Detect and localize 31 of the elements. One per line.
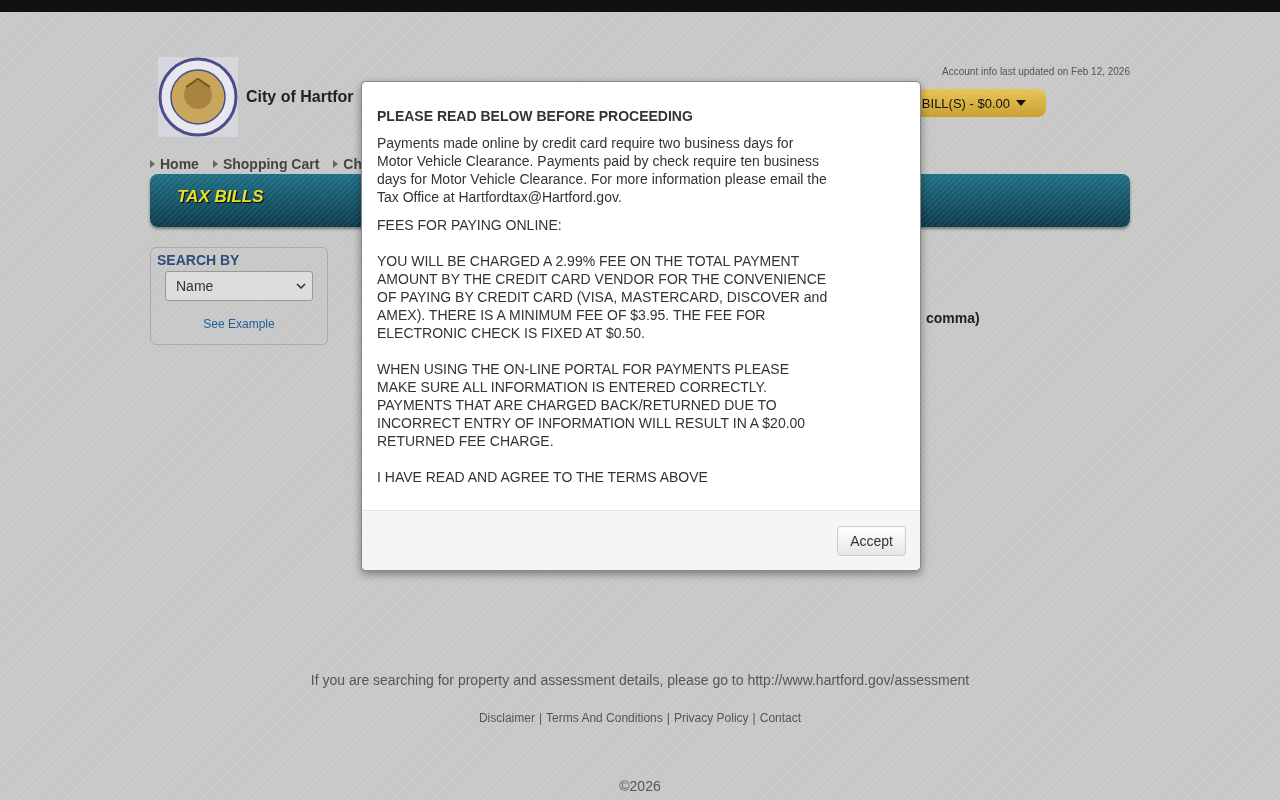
account-info-text: Account info last updated on Feb 12, 2026 xyxy=(942,66,1130,77)
nav-link[interactable]: Ch xyxy=(333,156,362,172)
search-by-label: SEARCH BY xyxy=(157,252,241,268)
chevron-down-icon xyxy=(296,283,306,289)
dialog-paragraph: WHEN USING THE ON-LINE PORTAL FOR PAYMENTS PLEASE MAKE SURE ALL INFORMATION IS ENTERED CORRECTLY. PAYMENTS THAT ARE CHARGED BACK/RETURNED DUE TO INCORRECT ENTRY OF INFORMATION WILL RESULT IN A $20.00 RETURNED FEE CHARGE. xyxy=(377,360,807,450)
dialog-paragraph: YOU WILL BE CHARGED A 2.99% FEE ON THE TOTAL PAYMENT AMOUNT BY THE CREDIT CARD VENDOR FOR THE CONVENIENCE OF PAYING BY CREDIT CARD (VISA, MASTERCARD, DISCOVER and AMEX). THERE IS A MINIMUM FEE OF $3.95. THE FEE FOR ELECTRONIC CHECK IS FIXED AT $0.50. xyxy=(377,252,829,342)
footer-link[interactable]: Terms And Conditions xyxy=(546,711,663,725)
search-by-select[interactable]: Name xyxy=(165,271,313,301)
dialog-paragraph: FEES FOR PAYING ONLINE: xyxy=(377,216,563,234)
accept-button[interactable]: Accept xyxy=(837,525,906,556)
separator-text: | xyxy=(666,711,670,725)
arrow-bullet-icon xyxy=(333,160,339,168)
site-title: City of Hartfor xyxy=(246,88,354,106)
nav-link[interactable]: Shopping Cart xyxy=(212,156,320,172)
separator-text: | xyxy=(752,711,756,725)
arrow-bullet-icon xyxy=(150,160,155,168)
footer-link[interactable]: Privacy Policy xyxy=(673,711,749,725)
banner-title: TAX BILLS xyxy=(177,186,264,207)
footer-link[interactable]: Disclaimer xyxy=(478,711,535,725)
assessment-notice: If you are searching for property and assessment details, please go to http://www.hartford.gov/assessment xyxy=(309,672,971,688)
separator-text: | xyxy=(538,711,543,725)
search-hint-text: comma) xyxy=(926,310,980,326)
dialog-paragraph: I HAVE READ AND AGREE TO THE TERMS ABOVE xyxy=(377,468,709,486)
arrow-bullet-icon xyxy=(212,160,218,168)
dialog-paragraph: Payments made online by credit card require two business days for Motor Vehicle Clearance. Payments paid by check require ten business days for Motor Vehicle Clearance. For more information please email the Tax Office at Hartfordtax@Hartford.gov. xyxy=(377,134,828,206)
see-example-link[interactable]: See Example xyxy=(157,317,321,331)
caret-icon xyxy=(1016,100,1026,106)
nav-link[interactable]: Home xyxy=(150,156,199,172)
footer-link[interactable]: Contact xyxy=(759,711,802,725)
copyright-text: ©2026 xyxy=(618,778,662,794)
dialog-heading: PLEASE READ BELOW BEFORE PROCEEDING xyxy=(377,108,694,124)
